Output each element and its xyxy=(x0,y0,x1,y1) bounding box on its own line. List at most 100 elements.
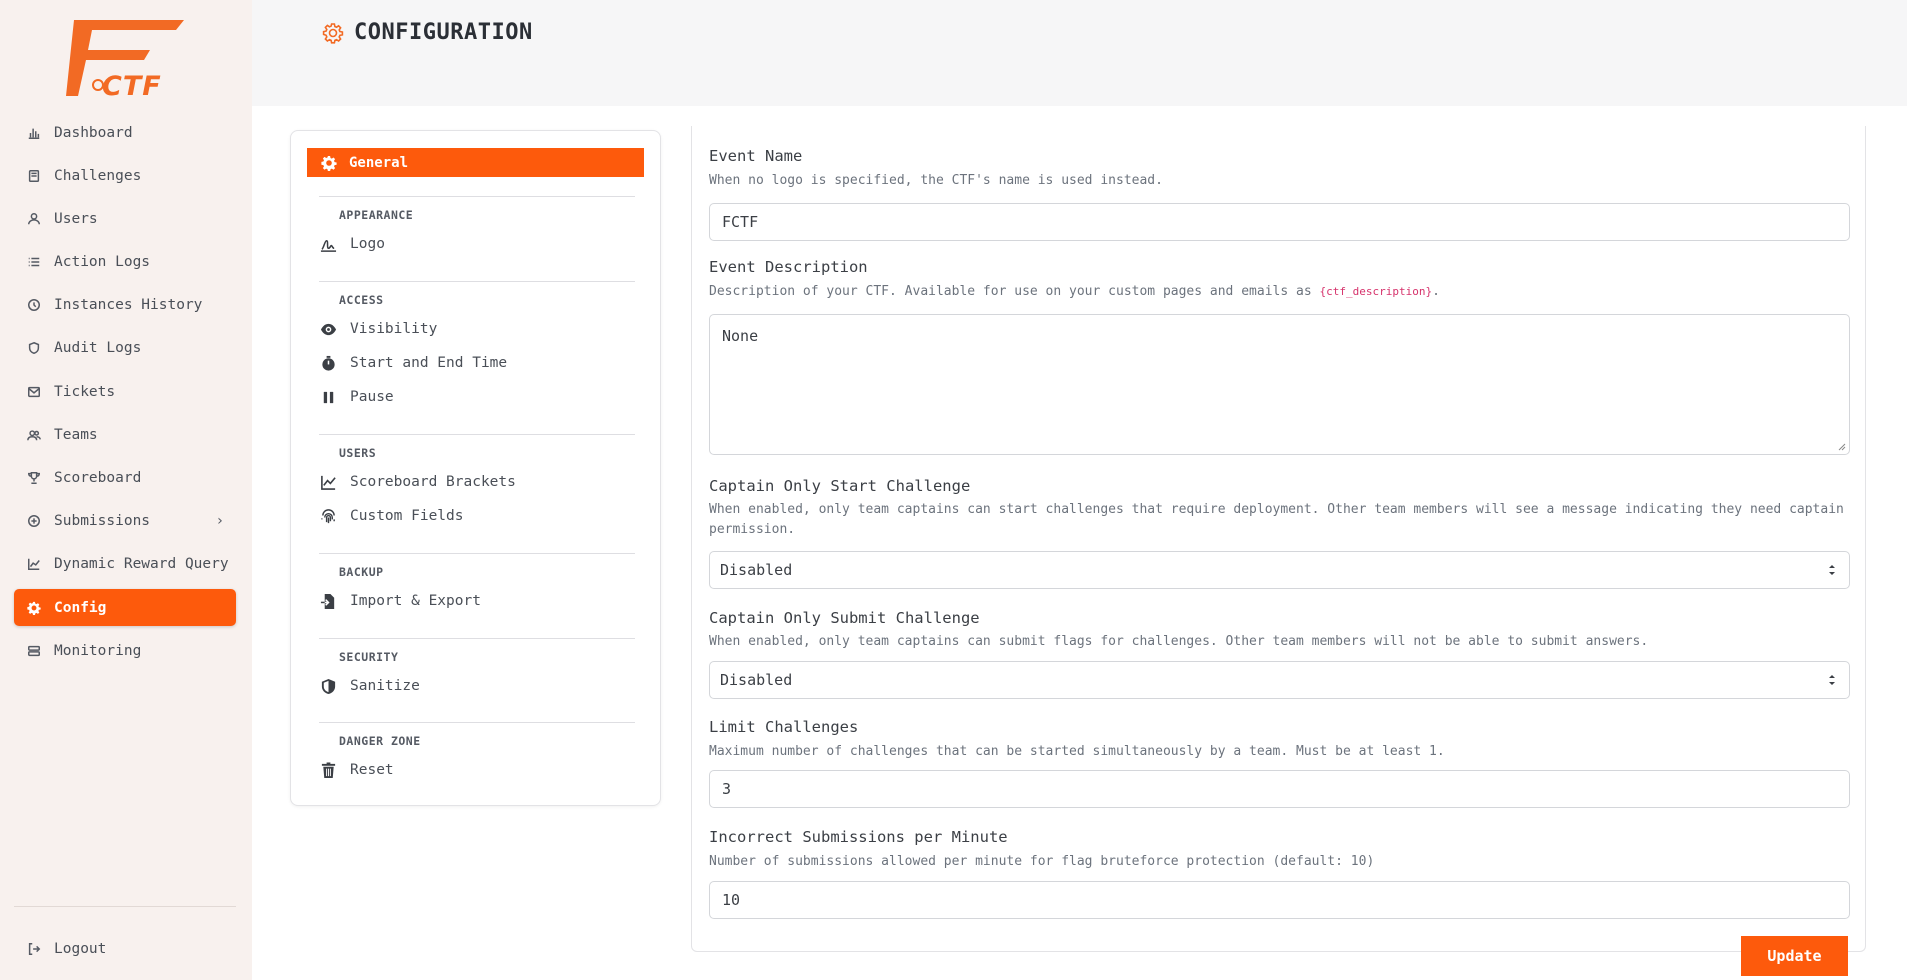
event-description-help: Description of your CTF. Available for u… xyxy=(709,282,1849,302)
book-icon xyxy=(26,168,42,184)
limit-challenges-label: Limit Challenges xyxy=(709,718,859,736)
menu-item-scoreboard-brackets[interactable]: Scoreboard Brackets xyxy=(319,470,516,494)
captain-only-start-help: When enabled, only team captains can sta… xyxy=(709,502,1844,537)
logout-button[interactable]: Logout xyxy=(14,930,236,967)
menu-item-label: General xyxy=(349,154,409,171)
sidebar-item-dashboard[interactable]: Dashboard xyxy=(14,114,236,151)
event-description-help-text: Description of your CTF. Available for u… xyxy=(709,284,1312,299)
sidebar-item-label: Audit Logs xyxy=(54,340,142,357)
menu-item-pause[interactable]: Pause xyxy=(319,385,394,409)
select-caret-icon xyxy=(1829,565,1835,575)
menu-item-general[interactable]: General xyxy=(307,148,644,177)
menu-category-security: SECURITY xyxy=(339,650,399,664)
sidebar-item-label: Submissions xyxy=(54,513,151,530)
sidebar-item-label: Tickets xyxy=(54,383,116,400)
menu-category-danger-zone: DANGER ZONE xyxy=(339,734,421,748)
sidebar-item-config[interactable]: Config xyxy=(14,589,236,627)
settings-menu: General APPEARANCE Logo ACCESS Visibilit… xyxy=(290,130,661,806)
sidebar-nav: Dashboard Challenges Users Action Logs I… xyxy=(14,114,236,675)
menu-divider xyxy=(319,281,635,282)
sidebar-item-audit-logs[interactable]: Audit Logs xyxy=(14,330,236,367)
menu-item-label: Visibility xyxy=(350,321,438,337)
menu-item-logo[interactable]: Logo xyxy=(319,232,385,256)
menu-item-sanitize[interactable]: Sanitize xyxy=(319,674,420,698)
captain-only-start-label: Captain Only Start Challenge xyxy=(709,477,971,495)
page-title-text: CONFIGURATION xyxy=(354,20,533,45)
shield-icon xyxy=(319,677,337,695)
sidebar: CTF Dashboard Challenges Users Action Lo… xyxy=(0,0,252,980)
limit-challenges-input[interactable]: 3 xyxy=(709,770,1850,808)
user-icon xyxy=(26,211,42,227)
menu-item-label: Scoreboard Brackets xyxy=(350,474,516,490)
general-settings-form: Event Name When no logo is specified, th… xyxy=(691,126,1866,952)
trophy-icon xyxy=(26,470,42,486)
fctf-logo[interactable]: CTF xyxy=(64,16,186,100)
menu-item-label: Start and End Time xyxy=(350,355,508,371)
gear-icon xyxy=(322,22,344,44)
menu-item-visibility[interactable]: Visibility xyxy=(319,317,437,341)
users-icon xyxy=(26,427,42,443)
captain-only-submit-value: Disabled xyxy=(720,671,793,689)
gear-icon xyxy=(26,600,42,616)
stopwatch-icon xyxy=(319,354,337,372)
sidebar-item-action-logs[interactable]: Action Logs xyxy=(14,244,236,281)
menu-item-reset[interactable]: Reset xyxy=(319,758,394,782)
menu-item-start-end-time[interactable]: Start and End Time xyxy=(319,351,507,375)
sidebar-item-teams[interactable]: Teams xyxy=(14,416,236,453)
update-button[interactable]: Update xyxy=(1741,936,1848,976)
menu-divider xyxy=(319,722,635,723)
file-import-icon xyxy=(319,592,337,610)
server-icon xyxy=(26,643,42,659)
menu-item-custom-fields[interactable]: Custom Fields xyxy=(319,504,464,528)
menu-item-label: Sanitize xyxy=(350,678,420,694)
list-icon xyxy=(26,254,42,270)
chart-bar-icon xyxy=(26,125,42,141)
signature-icon xyxy=(319,235,337,253)
sidebar-item-users[interactable]: Users xyxy=(14,200,236,237)
resize-grip-icon[interactable] xyxy=(1838,443,1846,451)
sidebar-item-tickets[interactable]: Tickets xyxy=(14,373,236,410)
sidebar-item-dynamic-reward-query[interactable]: Dynamic Reward Query xyxy=(14,546,236,583)
sidebar-item-instances-history[interactable]: Instances History xyxy=(14,287,236,324)
sidebar-divider xyxy=(14,906,236,907)
sidebar-item-monitoring[interactable]: Monitoring xyxy=(14,632,236,669)
event-description-label: Event Description xyxy=(709,258,868,276)
logout-label: Logout xyxy=(54,940,107,957)
sidebar-item-scoreboard[interactable]: Scoreboard xyxy=(14,460,236,497)
menu-item-label: Custom Fields xyxy=(350,508,464,524)
incorrect-submissions-label: Incorrect Submissions per Minute xyxy=(709,828,1008,846)
logout-icon xyxy=(26,941,42,957)
event-name-help: When no logo is specified, the CTF's nam… xyxy=(709,173,1163,188)
captain-only-submit-label: Captain Only Submit Challenge xyxy=(709,609,980,627)
event-description-textarea[interactable]: None xyxy=(709,314,1850,455)
menu-item-label: Reset xyxy=(350,762,394,778)
event-description-value: None xyxy=(722,327,759,345)
sidebar-item-label: Action Logs xyxy=(54,254,151,271)
menu-item-import-export[interactable]: Import & Export xyxy=(319,589,481,613)
menu-divider xyxy=(319,638,635,639)
event-name-label: Event Name xyxy=(709,147,803,165)
trash-icon xyxy=(319,761,337,779)
captain-only-start-select[interactable]: Disabled xyxy=(709,551,1850,589)
sidebar-item-label: Config xyxy=(54,599,107,616)
captain-only-submit-select[interactable]: Disabled xyxy=(709,661,1850,699)
sidebar-item-submissions[interactable]: Submissions › xyxy=(14,503,236,540)
pause-icon xyxy=(319,388,337,406)
mail-icon xyxy=(26,384,42,400)
event-name-input[interactable]: FCTF xyxy=(709,203,1850,241)
menu-item-label: Pause xyxy=(350,389,394,405)
select-caret-icon xyxy=(1829,675,1835,685)
history-icon xyxy=(26,297,42,313)
svg-text:CTF: CTF xyxy=(102,71,162,100)
sidebar-item-challenges[interactable]: Challenges xyxy=(14,157,236,194)
ctf-description-code: {ctf_description} xyxy=(1319,285,1433,298)
menu-category-appearance: APPEARANCE xyxy=(339,208,414,222)
plus-circle-icon xyxy=(26,513,42,529)
sidebar-item-label: Dynamic Reward Query xyxy=(54,556,229,573)
incorrect-submissions-input[interactable]: 10 xyxy=(709,881,1850,919)
shield-icon xyxy=(26,340,42,356)
menu-category-backup: BACKUP xyxy=(339,565,384,579)
menu-divider xyxy=(319,196,635,197)
line-chart-icon xyxy=(319,473,337,491)
event-description-help-suffix: . xyxy=(1432,284,1440,299)
